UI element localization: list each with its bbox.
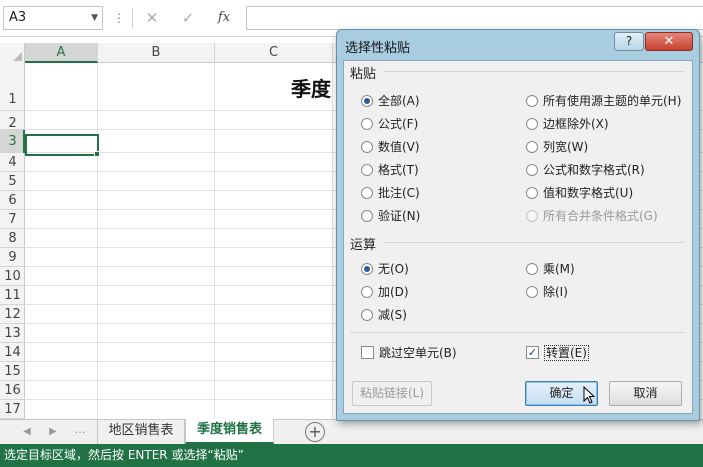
operation-option-multiply[interactable]: 乘(M) — [526, 261, 575, 277]
paste-option-formulas-number-formats[interactable]: 公式和数字格式(R) — [526, 162, 645, 178]
radio-icon[interactable] — [361, 308, 373, 321]
row-header-1[interactable]: 1 — [0, 63, 25, 111]
confirm-entry-icon[interactable]: ✓ — [176, 7, 200, 29]
radio-disabled-icon — [526, 209, 538, 222]
radio-icon[interactable] — [526, 163, 538, 176]
row-header-10[interactable]: 10 — [0, 267, 25, 286]
paste-option-comments[interactable]: 批注(C) — [361, 185, 420, 201]
transpose-checkbox[interactable]: ✓ 转置(E) — [526, 345, 589, 361]
radio-icon[interactable] — [526, 285, 538, 298]
more-options-icon[interactable]: ⋮ — [112, 9, 126, 27]
paste-option-all[interactable]: 全部(A) — [361, 93, 420, 109]
checkbox-checked-icon[interactable]: ✓ — [526, 346, 539, 359]
more-tabs-icon[interactable]: … — [74, 422, 86, 436]
row-headers: 1 2 3 4 5 6 7 8 9 10 11 12 13 14 15 16 1… — [0, 63, 25, 419]
radio-icon[interactable] — [526, 117, 538, 130]
row-header-4[interactable]: 4 — [0, 153, 25, 172]
paste-link-button: 粘贴链接(L) — [352, 381, 432, 406]
operation-option-none[interactable]: 无(O) — [361, 261, 409, 277]
row-header-14[interactable]: 14 — [0, 343, 25, 362]
paste-option-values[interactable]: 数值(V) — [361, 139, 420, 155]
operation-option-subtract[interactable]: 减(S) — [361, 307, 407, 323]
operation-group-label: 运算 — [350, 234, 381, 253]
name-box-value: A3 — [9, 10, 27, 25]
radio-icon[interactable] — [361, 285, 373, 298]
row-header-2[interactable]: 2 — [0, 111, 25, 131]
help-button[interactable]: ? — [614, 32, 644, 51]
radio-icon[interactable] — [361, 117, 373, 130]
radio-icon[interactable] — [526, 94, 538, 107]
radio-icon[interactable] — [526, 262, 538, 275]
select-all-button[interactable] — [0, 43, 25, 63]
paste-option-merge-conditional-formats: 所有合并条件格式(G) — [526, 208, 658, 224]
operation-option-add[interactable]: 加(D) — [361, 284, 409, 300]
paste-group-label: 粘贴 — [350, 63, 381, 82]
radio-icon[interactable] — [361, 209, 373, 222]
dialog-title: 选择性粘贴 — [345, 41, 411, 56]
row-header-17[interactable]: 17 — [0, 400, 25, 419]
sheet-title-cell[interactable]: 季度 — [291, 73, 331, 102]
paste-special-dialog: 选择性粘贴 ? ✕ 粘贴 全部(A) 公式(F) 数值(V) 格式(T) 批注(… — [336, 29, 700, 421]
row-header-7[interactable]: 7 — [0, 210, 25, 229]
tab-region-sales[interactable]: 地区销售表 — [97, 420, 185, 444]
sheet-tab-bar: ◀ ▶ … 地区销售表 季度销售表 + — [0, 419, 703, 444]
paste-option-formats[interactable]: 格式(T) — [361, 162, 419, 178]
column-header-b[interactable]: B — [98, 43, 215, 63]
fill-handle[interactable] — [94, 151, 100, 157]
radio-icon[interactable] — [361, 163, 373, 176]
scroll-tabs-right-icon[interactable]: ▶ — [44, 424, 62, 440]
row-header-9[interactable]: 9 — [0, 248, 25, 267]
scroll-tabs-left-icon[interactable]: ◀ — [18, 424, 36, 440]
row-header-13[interactable]: 13 — [0, 324, 25, 343]
add-sheet-button[interactable]: + — [305, 422, 325, 442]
active-cell-a3[interactable] — [25, 134, 99, 156]
cancel-button[interactable]: 取消 — [609, 381, 682, 406]
row-header-6[interactable]: 6 — [0, 191, 25, 210]
radio-icon[interactable] — [526, 140, 538, 153]
paste-option-except-borders[interactable]: 边框除外(X) — [526, 116, 609, 132]
close-button[interactable]: ✕ — [645, 32, 693, 51]
row-header-5[interactable]: 5 — [0, 172, 25, 191]
divider — [132, 8, 133, 28]
chevron-down-icon[interactable]: ▼ — [91, 7, 98, 29]
radio-icon[interactable] — [361, 186, 373, 199]
row-header-12[interactable]: 12 — [0, 305, 25, 324]
formula-input[interactable] — [246, 6, 703, 30]
skip-blanks-checkbox[interactable]: 跳过空单元(B) — [361, 345, 457, 361]
column-header-c[interactable]: C — [215, 43, 333, 63]
cancel-entry-icon[interactable]: ✕ — [140, 7, 164, 29]
radio-selected-icon[interactable] — [361, 94, 373, 107]
radio-selected-icon[interactable] — [361, 262, 373, 275]
status-bar: 选定目标区域，然后按 ENTER 或选择“粘贴” — [0, 444, 703, 467]
paste-option-validation[interactable]: 验证(N) — [361, 208, 420, 224]
tab-quarter-sales[interactable]: 季度销售表 — [185, 419, 274, 444]
row-header-11[interactable]: 11 — [0, 286, 25, 305]
paste-option-formulas[interactable]: 公式(F) — [361, 116, 418, 132]
name-box[interactable]: A3 ▼ — [3, 6, 103, 30]
radio-icon[interactable] — [361, 140, 373, 153]
paste-option-source-theme[interactable]: 所有使用源主题的单元(H) — [526, 93, 681, 109]
paste-option-values-number-formats[interactable]: 值和数字格式(U) — [526, 185, 633, 201]
column-header-a[interactable]: A — [25, 43, 98, 63]
dialog-body: 粘贴 全部(A) 公式(F) 数值(V) 格式(T) 批注(C) 验证(N) 所… — [343, 60, 693, 414]
row-header-3[interactable]: 3 — [0, 130, 25, 153]
row-header-15[interactable]: 15 — [0, 362, 25, 381]
insert-function-icon[interactable]: fx — [212, 7, 236, 29]
operation-option-divide[interactable]: 除(I) — [526, 284, 568, 300]
paste-option-column-widths[interactable]: 列宽(W) — [526, 139, 588, 155]
checkbox-icon[interactable] — [361, 346, 374, 359]
row-header-8[interactable]: 8 — [0, 229, 25, 248]
row-header-16[interactable]: 16 — [0, 381, 25, 400]
status-message: 选定目标区域，然后按 ENTER 或选择“粘贴” — [4, 448, 244, 462]
radio-icon[interactable] — [526, 186, 538, 199]
mouse-cursor-icon — [583, 386, 596, 404]
